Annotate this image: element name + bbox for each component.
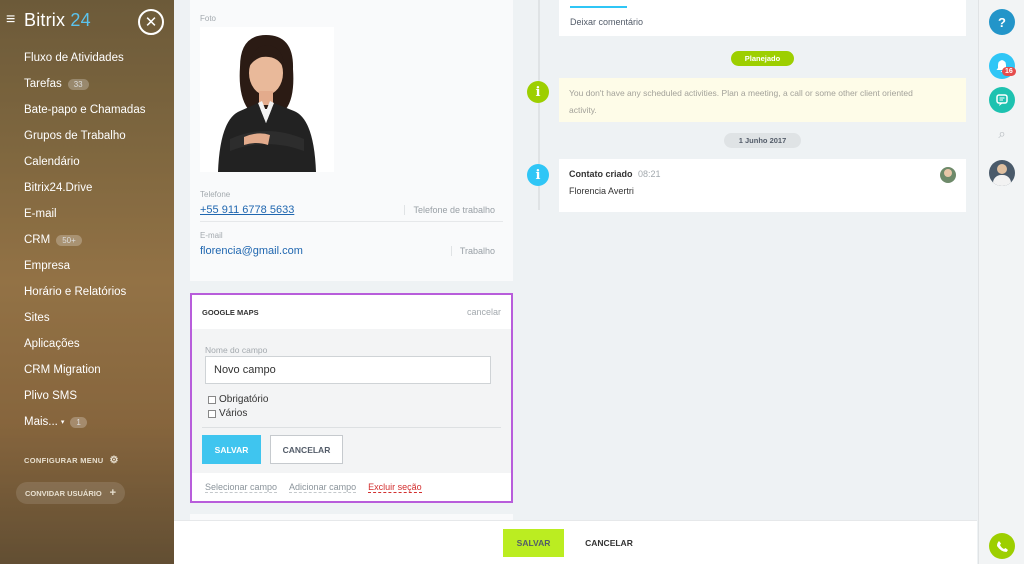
field-name-label: Nome do campo [205, 345, 268, 355]
sidebar-item-applications[interactable]: Aplicações [0, 331, 174, 357]
invite-user-button[interactable]: CONVIDAR USUÁRIO + [16, 482, 126, 504]
sidebar-nav: Fluxo de Atividades Tarefas 33 Bate-papo … [0, 45, 174, 435]
email-label: E-mail [200, 231, 223, 240]
gear-icon: ⚙ [109, 455, 119, 466]
divider [202, 427, 501, 428]
sidebar-item-chat[interactable]: Bate-papo e Chamadas [0, 97, 174, 123]
sidebar-item-drive[interactable]: Bitrix24.Drive [0, 175, 174, 201]
save-field-button[interactable]: SALVAR [202, 435, 261, 464]
google-maps-section: GOOGLE MAPS cancelar Nome do campo Obrig… [190, 293, 513, 503]
sidebar-item-email[interactable]: E-mail [0, 201, 174, 227]
search-icon[interactable]: ⌕ [989, 121, 1015, 147]
multiple-checkbox[interactable]: Vários [208, 408, 247, 419]
checkbox-icon[interactable] [208, 409, 216, 418]
required-checkbox[interactable]: Obrigatório [208, 394, 268, 405]
no-activities-card: You don't have any scheduled activities.… [559, 78, 966, 122]
field-name-input[interactable] [205, 356, 491, 384]
active-tab-indicator [570, 6, 627, 8]
more-counter: 1 [70, 416, 87, 428]
phone-icon[interactable] [989, 533, 1015, 559]
phone-link[interactable]: +55 911 6778 5633 [200, 204, 294, 216]
sidebar-item-activity-stream[interactable]: Fluxo de Atividades [0, 45, 174, 71]
cancel-field-button[interactable]: CANCELAR [270, 435, 343, 464]
date-badge: 1 Junho 2017 [724, 133, 801, 148]
notification-count: 16 [1002, 67, 1016, 76]
plus-icon: + [109, 487, 117, 499]
section-footer: Selecionar campo Adicionar campo Excluir… [192, 473, 511, 501]
avatar[interactable] [940, 167, 956, 183]
phone-label: Telefone [200, 190, 231, 199]
photo-label: Foto [200, 14, 217, 23]
sidebar-item-sites[interactable]: Sites [0, 305, 174, 331]
sidebar-item-time-reports[interactable]: Horário e Relatórios [0, 279, 174, 305]
select-field-link[interactable]: Selecionar campo [205, 482, 278, 493]
delete-section-link[interactable]: Excluir seção [368, 482, 422, 493]
info-icon: i [527, 164, 549, 186]
sidebar-item-crm-migration[interactable]: CRM Migration [0, 357, 174, 383]
help-icon[interactable]: ? [989, 9, 1015, 35]
leave-comment-link[interactable]: Deixar comentário [570, 17, 643, 27]
contact-created-card: Contato criado 08:21 Florencia Avertri [559, 159, 966, 212]
sidebar-item-plivo-sms[interactable]: Plivo SMS [0, 383, 174, 409]
info-icon: i [527, 81, 549, 103]
sidebar-item-calendar[interactable]: Calendário [0, 149, 174, 175]
configure-menu-button[interactable]: CONFIGURAR MENU ⚙ [0, 455, 174, 466]
chevron-down-icon: ▾ [60, 419, 65, 426]
chat-icon[interactable] [989, 87, 1015, 113]
sidebar-item-workgroups[interactable]: Grupos de Trabalho [0, 123, 174, 149]
bottom-action-bar: SALVAR CANCELAR [174, 520, 977, 564]
divider [200, 221, 503, 222]
no-activities-text: You don't have any scheduled activities.… [569, 88, 913, 115]
bitrix24-logo[interactable]: Bitrix 24 [24, 10, 91, 31]
section-header: GOOGLE MAPS cancelar [192, 295, 511, 329]
right-toolbar: ? 16 ⌕ [978, 0, 1024, 564]
tasks-counter: 33 [67, 78, 89, 90]
user-avatar[interactable] [989, 160, 1015, 186]
save-button[interactable]: SALVAR [503, 529, 564, 557]
sidebar-item-tasks[interactable]: Tarefas 33 [0, 71, 174, 97]
contact-photo[interactable] [200, 27, 334, 172]
planned-badge: Planejado [731, 51, 794, 66]
left-sidebar: ≡ Bitrix 24 Fluxo de Atividades Tarefas 3… [0, 0, 174, 564]
section-title[interactable]: GOOGLE MAPS [202, 308, 259, 317]
phone-type: Telefone de trabalho [404, 205, 495, 215]
contact-details-panel: Foto Telefone +55 911 6778 5633 Telefone… [190, 0, 513, 281]
sidebar-item-crm[interactable]: CRM 50+ [0, 227, 174, 253]
sidebar-item-more[interactable]: Mais... ▾ 1 [0, 409, 174, 435]
add-field-link[interactable]: Adicionar campo [289, 482, 357, 493]
section-cancel-link[interactable]: cancelar [467, 307, 501, 317]
event-time: 08:21 [638, 169, 661, 179]
event-title: Contato criado [569, 169, 633, 179]
comment-card: Deixar comentário [559, 0, 966, 36]
close-icon[interactable]: ✕ [138, 9, 164, 35]
email-link[interactable]: florencia@gmail.com [200, 245, 303, 257]
email-type: Trabalho [450, 246, 495, 256]
cancel-button[interactable]: CANCELAR [579, 529, 639, 557]
sidebar-item-company[interactable]: Empresa [0, 253, 174, 279]
event-person[interactable]: Florencia Avertri [569, 186, 634, 196]
checkbox-icon[interactable] [208, 395, 216, 404]
bell-icon[interactable]: 16 [989, 53, 1016, 79]
menu-hamburger-icon[interactable]: ≡ [6, 11, 24, 29]
crm-counter: 50+ [56, 234, 82, 246]
